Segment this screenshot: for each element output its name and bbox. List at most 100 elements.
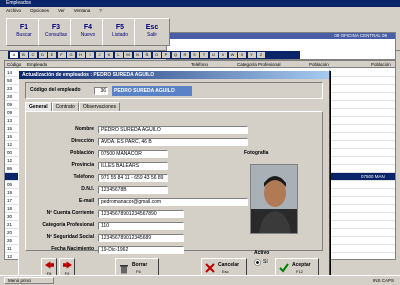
active-label: Activo [254, 250, 270, 256]
letter-filter-Ñ[interactable]: Ñ [143, 52, 151, 58]
field-n-seguridad-social[interactable]: 123456789012345689 [98, 234, 184, 242]
menu-item[interactable]: Opciones [30, 8, 49, 13]
col-code-header[interactable]: Código [7, 61, 21, 68]
delete-key: F6 [136, 269, 141, 274]
letter-filter-T[interactable]: T [200, 52, 208, 58]
letter-filter-G[interactable]: G [67, 52, 75, 58]
active-yes-radio[interactable] [254, 259, 262, 267]
window-title-bar: Empleados [0, 0, 400, 7]
table-cell-code: 18 [7, 206, 13, 211]
letter-filter-A[interactable]: A [10, 52, 18, 58]
field-label: Nº Cuenta Corriente [46, 210, 94, 216]
field-label: Nombre [75, 126, 94, 132]
menu-item[interactable]: Archivo [6, 8, 21, 13]
letter-filter-R[interactable]: R [181, 52, 189, 58]
field-categor-a-profesional[interactable]: 110 [98, 222, 184, 230]
toolbar-button-nuevo[interactable]: F4 Nuevo [70, 18, 106, 46]
toolbar-button-label: Consultas [44, 32, 68, 38]
table-cell-code: 15 [7, 126, 13, 131]
letter-filter-S[interactable]: S [190, 52, 199, 58]
table-cell-code: 30 [7, 214, 13, 219]
letter-filter-Y[interactable]: Y [247, 52, 256, 58]
toolbar-button-label: Buscar [16, 32, 32, 38]
field-nombre[interactable]: PEDRO SUREDA AGUILO [98, 126, 248, 134]
letter-filter-M[interactable]: M [124, 52, 132, 58]
table-cell-code: 28 [7, 94, 13, 99]
table-cell-code: 16 [7, 134, 13, 139]
letter-filter-B[interactable]: B [19, 52, 28, 58]
letter-filter-V[interactable]: V [219, 52, 227, 58]
col-employee-header[interactable]: Empleado [27, 61, 47, 68]
toolbar-button-consultas[interactable]: F3 Consultas [38, 18, 74, 46]
menu-bar: Archivo Opciones Ver Ventana? [0, 7, 400, 14]
code-label: Código del empleado [30, 87, 81, 93]
table-cell-code: 23 [7, 86, 13, 91]
close-icon [205, 263, 215, 273]
letter-filter-Q[interactable]: Q [171, 52, 180, 58]
employee-photo [250, 164, 298, 234]
taskbar-item[interactable]: Menú princi [4, 277, 54, 284]
arrow-right-icon [62, 261, 72, 269]
accept-label: Aceptar [292, 262, 311, 268]
field-direcci-n[interactable]: AVDA. ES PARC, 46 B [98, 138, 248, 146]
letter-filter-O[interactable]: O [152, 52, 161, 58]
toolbar-button-salir[interactable]: Esc Salir [134, 18, 170, 46]
check-icon [279, 263, 289, 273]
arrow-left-icon [44, 261, 54, 269]
letter-filter-F[interactable]: F [57, 52, 66, 58]
field-provincia[interactable]: ILLES BALEARS [98, 162, 168, 170]
col-phone-header[interactable]: Teléfono [191, 61, 208, 68]
field-e-mail[interactable]: pedromanacor@gmail.com [98, 198, 248, 206]
company-name: 09 OFICINA CENTRAL 09 [167, 33, 395, 39]
photo-label: Fotografía [244, 150, 269, 156]
field-poblaci-n[interactable]: 07500 MANACOR [98, 150, 168, 158]
table-cell-code: 86 [7, 166, 13, 171]
letter-filter-K[interactable]: K [105, 52, 113, 58]
code-field[interactable]: 36 [94, 87, 108, 95]
col-city2-header[interactable]: Población [371, 61, 391, 68]
letter-filter-X[interactable]: X [238, 52, 246, 58]
table-cell-code: 12 [7, 158, 13, 163]
delete-label: Borrar [132, 262, 148, 268]
letter-filter-E[interactable]: E [48, 52, 56, 58]
letter-filter-D[interactable]: D [38, 52, 47, 58]
field-tel-fono[interactable]: 971 55 84 11 - 659 43 56 89 [98, 174, 168, 182]
field-n-cuenta-corriente[interactable]: 12345678901234567890 [98, 210, 184, 218]
menu-item[interactable]: Ventana [74, 8, 91, 13]
field-label: Población [70, 150, 94, 156]
col-city-header[interactable]: Población [309, 61, 329, 68]
menu-item[interactable]: Ver [58, 8, 65, 13]
letter-filter-I[interactable]: I [86, 52, 94, 58]
toolbar-button-buscar[interactable]: F1 Buscar [6, 18, 42, 46]
letter-filter-N[interactable]: N [133, 52, 142, 58]
letter-filter-P[interactable]: P [162, 52, 170, 58]
letter-filter-H[interactable]: H [76, 52, 85, 58]
dialog-title: Actualización de empleados : PEDRO SURED… [19, 71, 329, 79]
window-title: Empleados [6, 0, 32, 6]
table-cell-code: 05 [7, 182, 13, 187]
letter-filter-J[interactable]: J [95, 52, 104, 58]
toolbar-button-listado[interactable]: F5 Listado [102, 18, 138, 46]
letter-filter-U[interactable]: U [209, 52, 218, 58]
toolbar-button-key: F3 [51, 24, 61, 31]
active-yes-label: Sí [263, 259, 268, 265]
code-box: Código del empleado 36 PEDRO SUREDA AGUI… [25, 82, 323, 99]
toolbar-button-key: Esc [145, 24, 159, 31]
col-category-header[interactable]: Categoría Profesional [237, 61, 281, 68]
field-d-n-i-[interactable]: 12345678B [98, 186, 168, 194]
field-label: Nº Seguridad Social [46, 234, 94, 240]
table-cell-code: 00 [7, 150, 13, 155]
toolbar-button-key: F1 [19, 24, 29, 31]
letter-filter-W[interactable]: W [228, 52, 237, 58]
table-cell-code: 11 [7, 246, 12, 251]
status-bar: Menú princi INS CAPS [0, 275, 400, 284]
letter-filter-Z[interactable]: Z [257, 52, 265, 58]
toolbar-button-label: Listado [111, 32, 129, 38]
field-fecha-nacimiento[interactable]: 19-Dic-1962 [98, 246, 184, 254]
field-label: Dirección [71, 138, 94, 144]
field-label: Provincia [71, 162, 94, 168]
menu-item[interactable]: ? [99, 8, 102, 13]
letter-filter-L[interactable]: L [114, 52, 123, 58]
table-cell-code: 17 [7, 198, 13, 203]
letter-filter-C[interactable]: C [29, 52, 37, 58]
